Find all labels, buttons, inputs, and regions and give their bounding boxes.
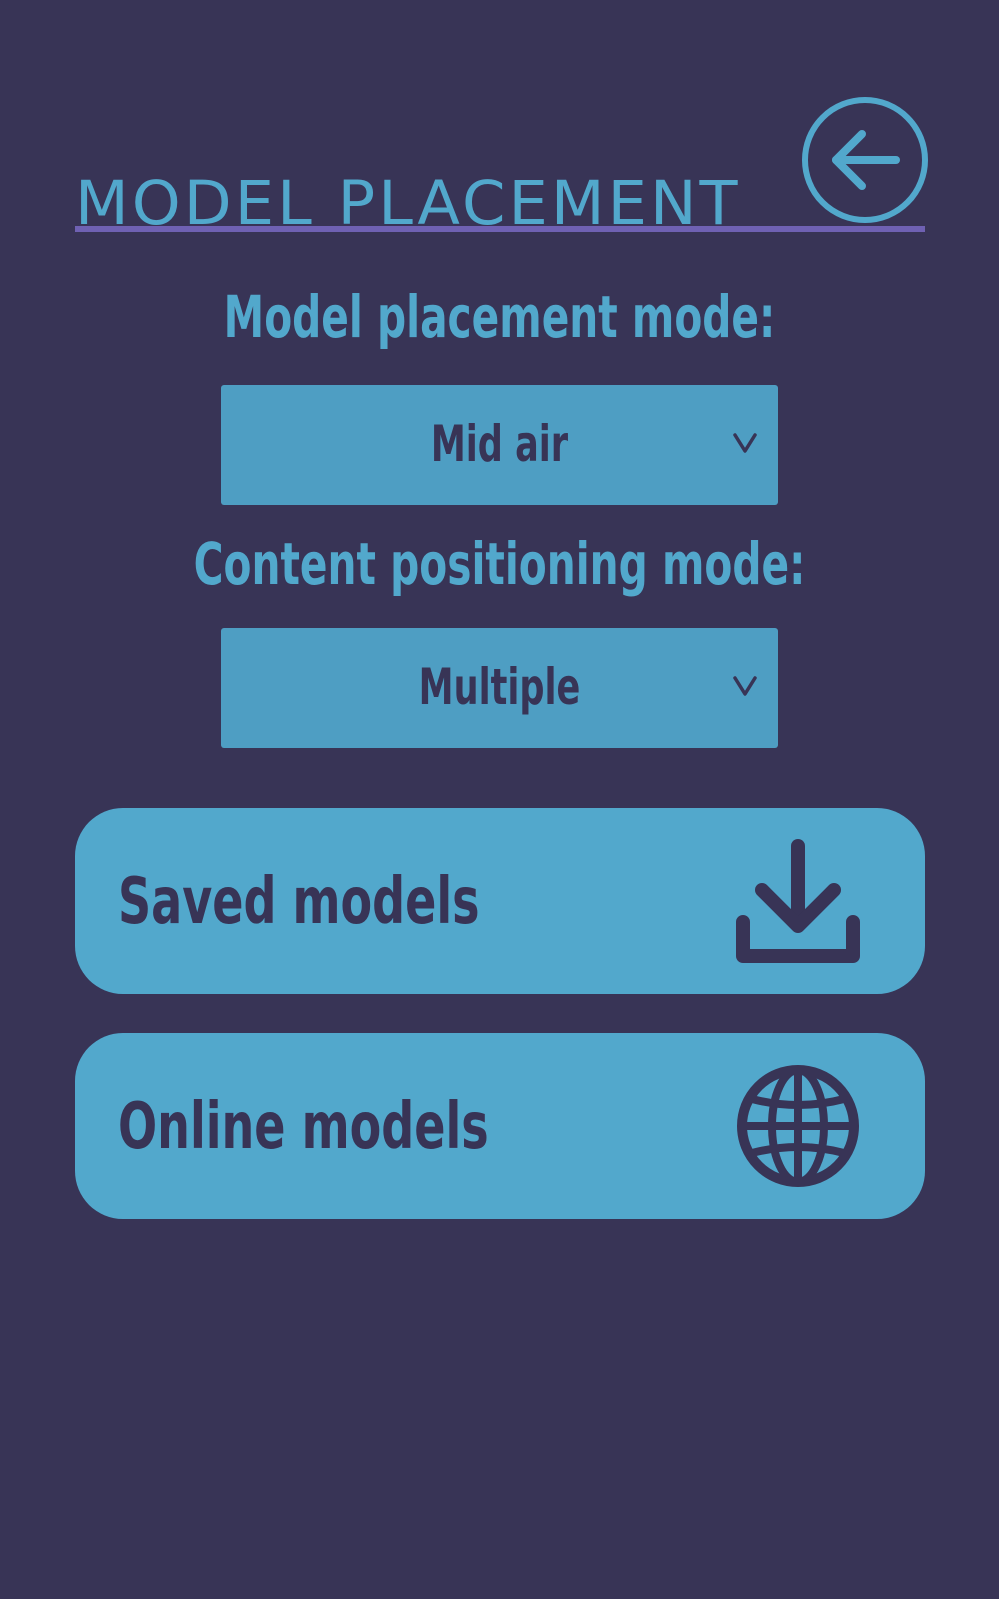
placement-mode-value: Mid air (430, 415, 569, 473)
saved-models-label: Saved models (118, 865, 480, 939)
page-title: MODEL PLACEMENT (75, 168, 741, 239)
title-underline (75, 226, 925, 232)
chevron-down-icon (733, 676, 757, 696)
positioning-mode-label: Content positioning mode: (193, 530, 806, 598)
header: MODEL PLACEMENT (75, 95, 928, 239)
placement-mode-label: Model placement mode: (223, 283, 776, 351)
online-models-button[interactable]: Online models (75, 1033, 925, 1219)
positioning-mode-value: Multiple (418, 658, 581, 716)
positioning-mode-dropdown[interactable]: Multiple (221, 628, 778, 748)
chevron-down-icon (733, 433, 757, 453)
placement-mode-dropdown[interactable]: Mid air (221, 385, 778, 505)
saved-models-button[interactable]: Saved models (75, 808, 925, 994)
back-button[interactable] (800, 95, 930, 225)
download-icon (736, 839, 860, 963)
globe-icon (737, 1065, 859, 1187)
arrow-left-circle-icon (802, 97, 928, 223)
online-models-label: Online models (118, 1090, 489, 1164)
